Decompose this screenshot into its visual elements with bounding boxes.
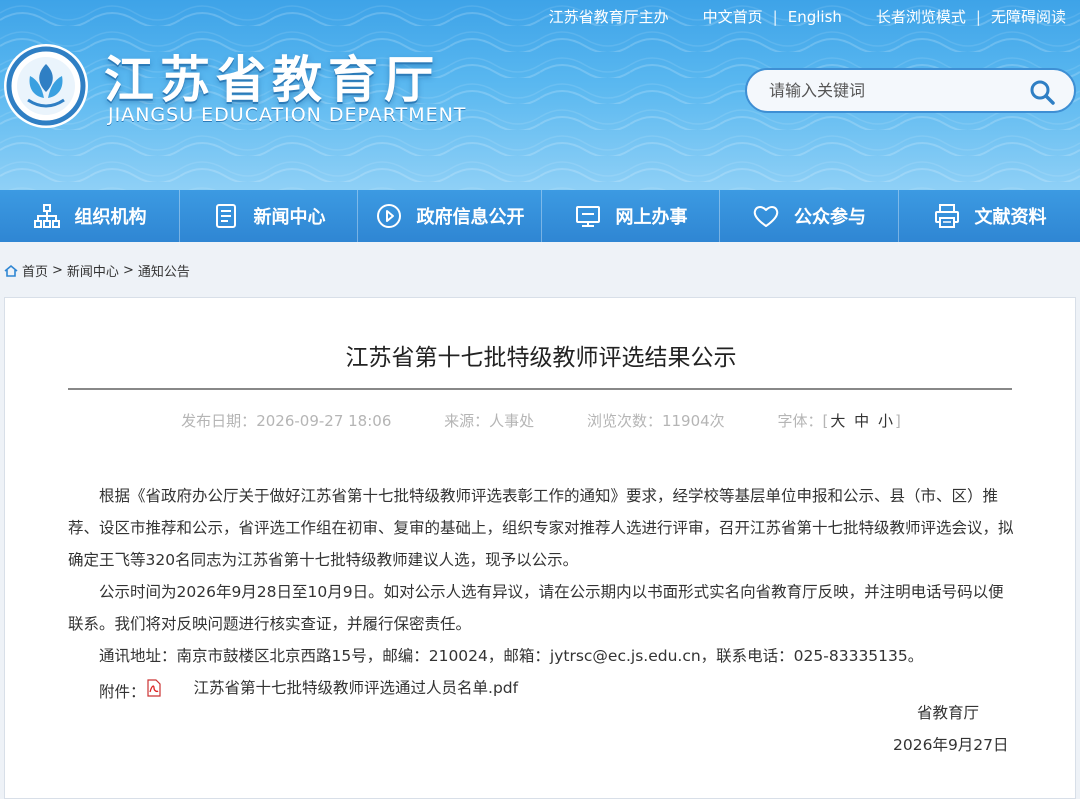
site-title-en: JIANGSU EDUCATION DEPARTMENT	[108, 104, 467, 126]
search-input[interactable]	[769, 81, 1009, 100]
article-meta: 发布日期：2026-09-27 18:06 来源：人事处 浏览次数：11904次…	[5, 410, 1077, 431]
source: 来源：人事处	[444, 412, 534, 430]
paragraph: 根据《省政府办公厅关于做好江苏省第十七批特级教师评选表彰工作的通知》要求，经学校…	[68, 487, 1014, 569]
breadcrumb-news[interactable]: 新闻中心	[67, 261, 119, 280]
breadcrumb-home[interactable]: 首页	[22, 261, 48, 280]
breadcrumb-separator: >	[122, 263, 134, 278]
search-box	[745, 68, 1076, 113]
english-link[interactable]: English	[788, 8, 842, 26]
monitor-icon	[575, 206, 600, 227]
font-label: 字体：	[777, 412, 823, 430]
link-separator: |	[772, 7, 778, 26]
nav-item-gov-info[interactable]: 政府信息公开	[358, 190, 542, 242]
signature-org: 省教育厅	[917, 704, 980, 722]
home-icon	[4, 264, 18, 277]
nav-item-online-service[interactable]: 网上办事	[542, 190, 720, 242]
font-bracket: ]	[894, 412, 901, 430]
site-title-cn: 江苏省教育厅	[104, 51, 440, 109]
heart-icon	[753, 206, 779, 227]
nav-item-public[interactable]: 公众参与	[720, 190, 899, 242]
nav-label: 网上办事	[615, 207, 688, 228]
search-icon[interactable]	[1028, 78, 1056, 106]
date-label: 发布日期：	[181, 412, 257, 430]
views-label: 浏览次数：	[586, 412, 662, 430]
font-bracket: [	[822, 412, 829, 430]
nav-item-news[interactable]: 新闻中心	[180, 190, 358, 242]
breadcrumb-current[interactable]: 通知公告	[138, 261, 190, 280]
main-nav: 组织机构 新闻中心 政府信息公开 网上办事 公众参与 文献资料	[0, 190, 1080, 242]
source-label: 来源：	[444, 412, 490, 430]
nav-item-documents[interactable]: 文献资料	[899, 190, 1080, 242]
views-value: 11904次	[661, 412, 725, 430]
link-separator: |	[975, 7, 981, 26]
attachment-label: 附件：	[99, 683, 146, 701]
host-link[interactable]: 江苏省教育厅主办	[549, 6, 669, 27]
attachment-link[interactable]: 江苏省第十七批特级教师评选通过人员名单.pdf	[146, 672, 519, 704]
font-large-button[interactable]: 大	[830, 412, 845, 430]
play-circle-icon	[376, 204, 401, 228]
nav-label: 公众参与	[794, 207, 866, 228]
top-links: 江苏省教育厅主办 中文首页 | English 长者浏览模式 | 无障碍阅读	[549, 6, 1066, 27]
elder-mode-link[interactable]: 长者浏览模式	[876, 6, 966, 27]
publish-date: 发布日期：2026-09-27 18:06	[181, 412, 391, 430]
attachment-line: 附件： 江苏省第十七批特级教师评选通过人员名单.pdf	[68, 672, 1018, 708]
pdf-icon	[146, 679, 161, 697]
paragraph: 通讯地址：南京市鼓楼区北京西路15号，邮编：210024，邮箱：jytrsc@e…	[99, 647, 924, 665]
nav-label: 政府信息公开	[416, 207, 525, 228]
org-chart-icon	[33, 204, 60, 228]
font-size-switcher: 字体：[大 中 小]	[777, 412, 900, 430]
breadcrumb-separator: >	[52, 263, 63, 278]
accessibility-link[interactable]: 无障碍阅读	[991, 6, 1066, 27]
article-title: 江苏省第十七批特级教师评选结果公示	[345, 345, 737, 371]
attachment-filename: 江苏省第十七批特级教师评选通过人员名单.pdf	[193, 679, 519, 697]
article-panel: 江苏省第十七批特级教师评选结果公示 发布日期：2026-09-27 18:06 …	[4, 297, 1076, 799]
font-medium-button[interactable]: 中	[854, 412, 869, 430]
nav-label: 文献资料	[974, 207, 1047, 228]
printer-icon	[934, 204, 959, 228]
site-header: 江苏省教育厅主办 中文首页 | English 长者浏览模式 | 无障碍阅读 江…	[0, 0, 1080, 190]
chinese-home-link[interactable]: 中文首页	[703, 6, 763, 27]
font-small-button[interactable]: 小	[878, 412, 893, 430]
source-value: 人事处	[489, 412, 535, 430]
department-logo-icon[interactable]	[2, 42, 90, 130]
document-icon	[215, 204, 236, 228]
breadcrumb: 首页 > 新闻中心 > 通知公告	[4, 261, 190, 280]
signature-date: 2026年9月27日	[893, 736, 1009, 754]
view-count: 浏览次数：11904次	[587, 412, 725, 430]
title-divider	[68, 388, 1012, 390]
paragraph: 公示时间为2026年9月28日至10月9日。如对公示人选有异议，请在公示期内以书…	[68, 583, 1004, 633]
nav-label: 新闻中心	[253, 207, 326, 228]
nav-label: 组织机构	[74, 207, 147, 228]
date-value: 2026-09-27 18:06	[256, 412, 392, 430]
article-body: 根据《省政府办公厅关于做好江苏省第十七批特级教师评选表彰工作的通知》要求，经学校…	[68, 480, 1018, 708]
nav-item-org[interactable]: 组织机构	[0, 190, 180, 242]
